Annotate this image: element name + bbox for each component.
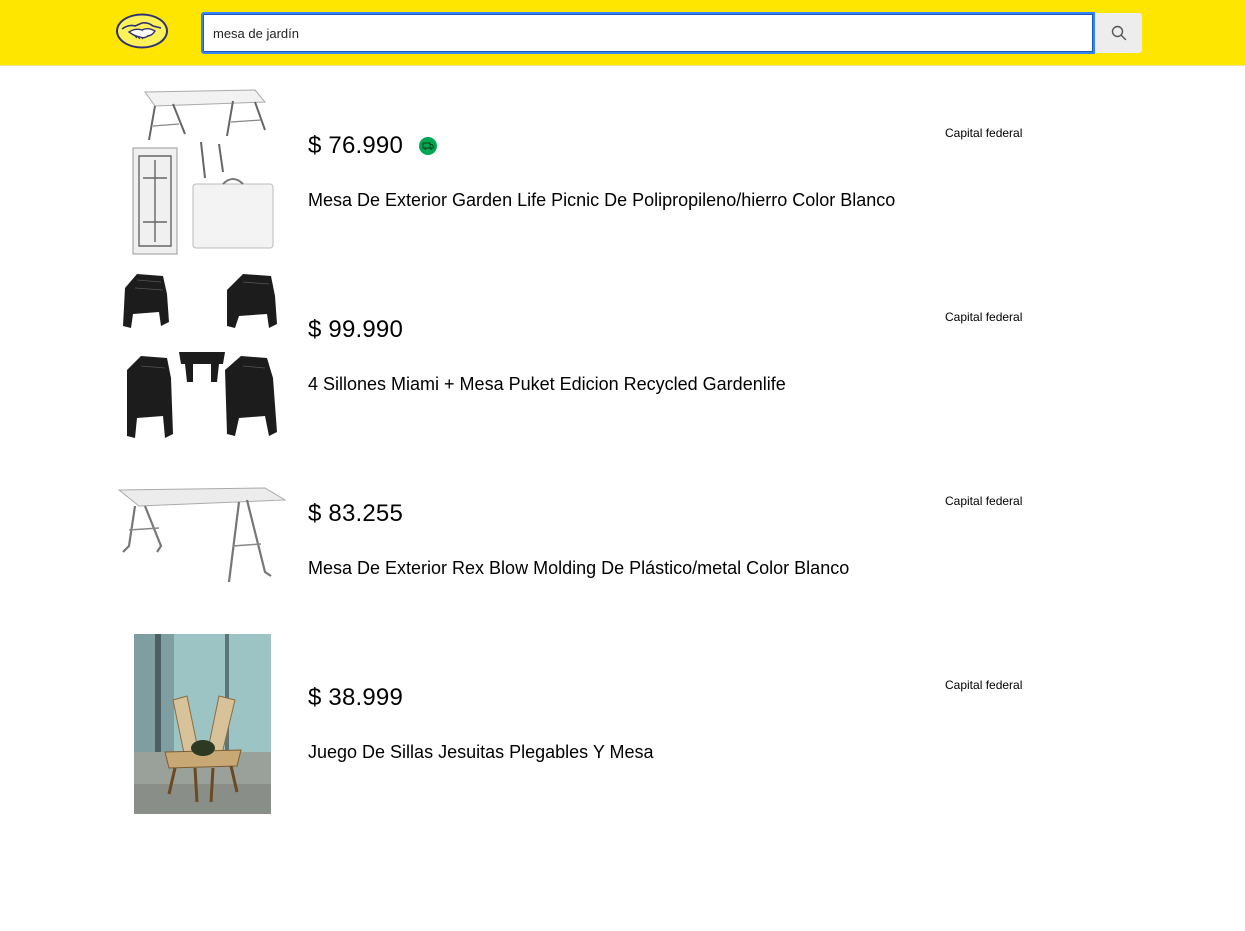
search-input[interactable]	[201, 12, 1095, 54]
result-item[interactable]: $ 38.999 Juego De Sillas Jesuitas Plegab…	[115, 634, 1045, 814]
price: $ 99.990	[308, 316, 404, 343]
result-item[interactable]: $ 99.990 4 Sillones Miami + Mesa Puket E…	[115, 266, 1045, 446]
product-image[interactable]	[115, 634, 290, 814]
result-item[interactable]: $ 83.255 Mesa De Exterior Rex Blow Moldi…	[115, 450, 1045, 630]
price: $ 83.255	[308, 500, 404, 527]
price-row: $ 83.255	[308, 498, 403, 530]
product-title[interactable]: Mesa De Exterior Rex Blow Molding De Plá…	[308, 558, 849, 579]
search-bar	[201, 12, 1142, 54]
seller-location: Capital federal	[945, 126, 1023, 140]
price-row: $ 99.990	[308, 314, 403, 346]
price-row: $ 38.999	[308, 682, 403, 714]
seller-location: Capital federal	[945, 494, 1023, 508]
product-title[interactable]: 4 Sillones Miami + Mesa Puket Edicion Re…	[308, 374, 786, 395]
price-row: $ 76.990	[308, 130, 438, 162]
product-image[interactable]	[115, 266, 290, 446]
price: $ 76.990	[308, 132, 404, 159]
top-header	[0, 0, 1245, 66]
product-image[interactable]	[115, 82, 290, 262]
search-button[interactable]	[1095, 13, 1142, 53]
product-image[interactable]	[115, 450, 290, 630]
product-title[interactable]: Juego De Sillas Jesuitas Plegables Y Mes…	[308, 742, 654, 763]
product-title[interactable]: Mesa De Exterior Garden Life Picnic De P…	[308, 190, 895, 211]
free-shipping-icon	[419, 137, 438, 155]
search-icon	[1111, 25, 1126, 41]
price: $ 38.999	[308, 684, 404, 711]
result-item[interactable]: $ 76.990 Mesa De Exterior Garden Life Pi…	[115, 82, 1045, 262]
mercadolibre-logo-icon[interactable]	[115, 12, 169, 50]
seller-location: Capital federal	[945, 310, 1023, 324]
seller-location: Capital federal	[945, 678, 1023, 692]
